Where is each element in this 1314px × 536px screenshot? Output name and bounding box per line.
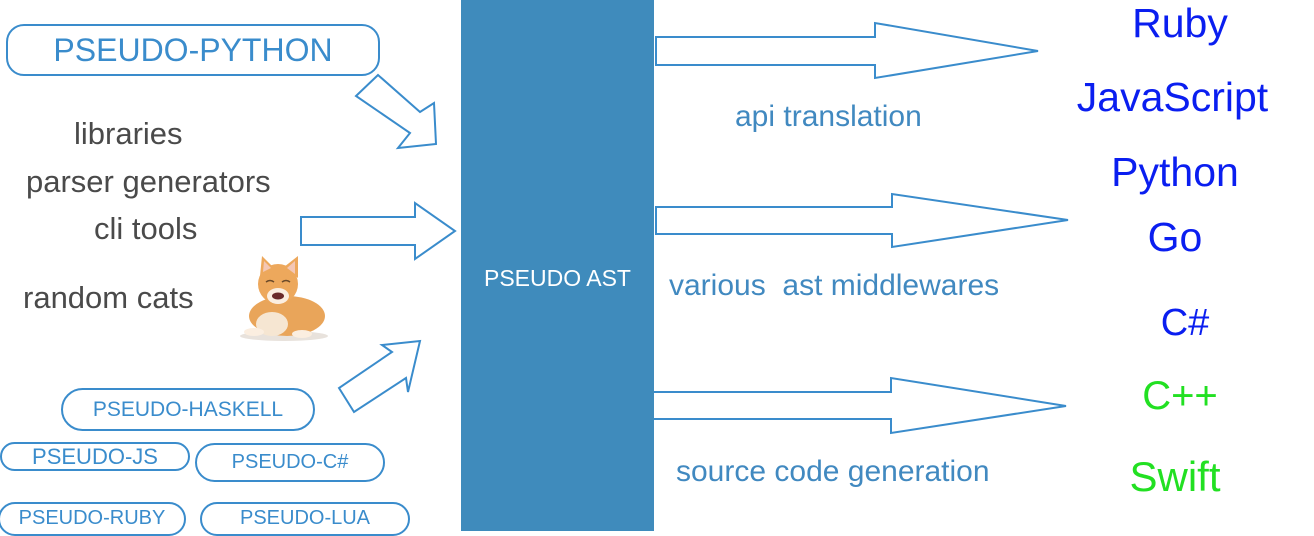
pill-pseudo-ruby-label: PSEUDO-RUBY (18, 507, 166, 529)
arrow-others-to-ast (337, 339, 422, 414)
target-cpp: C++ (1142, 374, 1218, 418)
stage-code-generation: source code generation (676, 455, 990, 488)
arrow-code-generation (651, 376, 1067, 435)
pill-pseudo-csharp: PSEUDO-C# (195, 443, 385, 482)
tool-parser-generators: parser generators (26, 164, 271, 199)
stage-ast-middlewares: various ast middlewares (669, 269, 1000, 302)
target-csharp: C# (1160, 302, 1210, 344)
tool-random-cats: random cats (23, 280, 194, 315)
pill-pseudo-js: PSEUDO-JS (0, 442, 190, 471)
target-swift: Swift (1129, 453, 1221, 500)
pill-pseudo-csharp-label: PSEUDO-C# (231, 451, 349, 473)
pill-pseudo-js-label: PSEUDO-JS (32, 444, 158, 469)
pseudo-ast-label: PSEUDO AST (484, 265, 631, 291)
target-ruby: Ruby (1132, 0, 1228, 46)
stage-api-translation: api translation (735, 100, 922, 133)
tool-libraries: libraries (74, 116, 183, 151)
target-python: Python (1111, 149, 1239, 195)
cat-illustration (240, 256, 328, 341)
target-javascript: JavaScript (1076, 74, 1269, 120)
arrow-python-to-ast (354, 73, 438, 150)
pill-pseudo-haskell: PSEUDO-HASKELL (61, 388, 315, 431)
pill-pseudo-python-label: PSEUDO-PYTHON (53, 31, 333, 68)
arrow-api-translation (655, 21, 1039, 80)
target-go: Go (1147, 214, 1203, 260)
pill-pseudo-lua-label: PSEUDO-LUA (239, 507, 371, 529)
arrow-tools-to-ast (300, 201, 457, 261)
tool-cli-tools: cli tools (94, 211, 198, 246)
pill-pseudo-python: PSEUDO-PYTHON (6, 24, 380, 76)
pill-pseudo-haskell-label: PSEUDO-HASKELL (92, 397, 284, 421)
arrow-middlewares (655, 192, 1069, 249)
